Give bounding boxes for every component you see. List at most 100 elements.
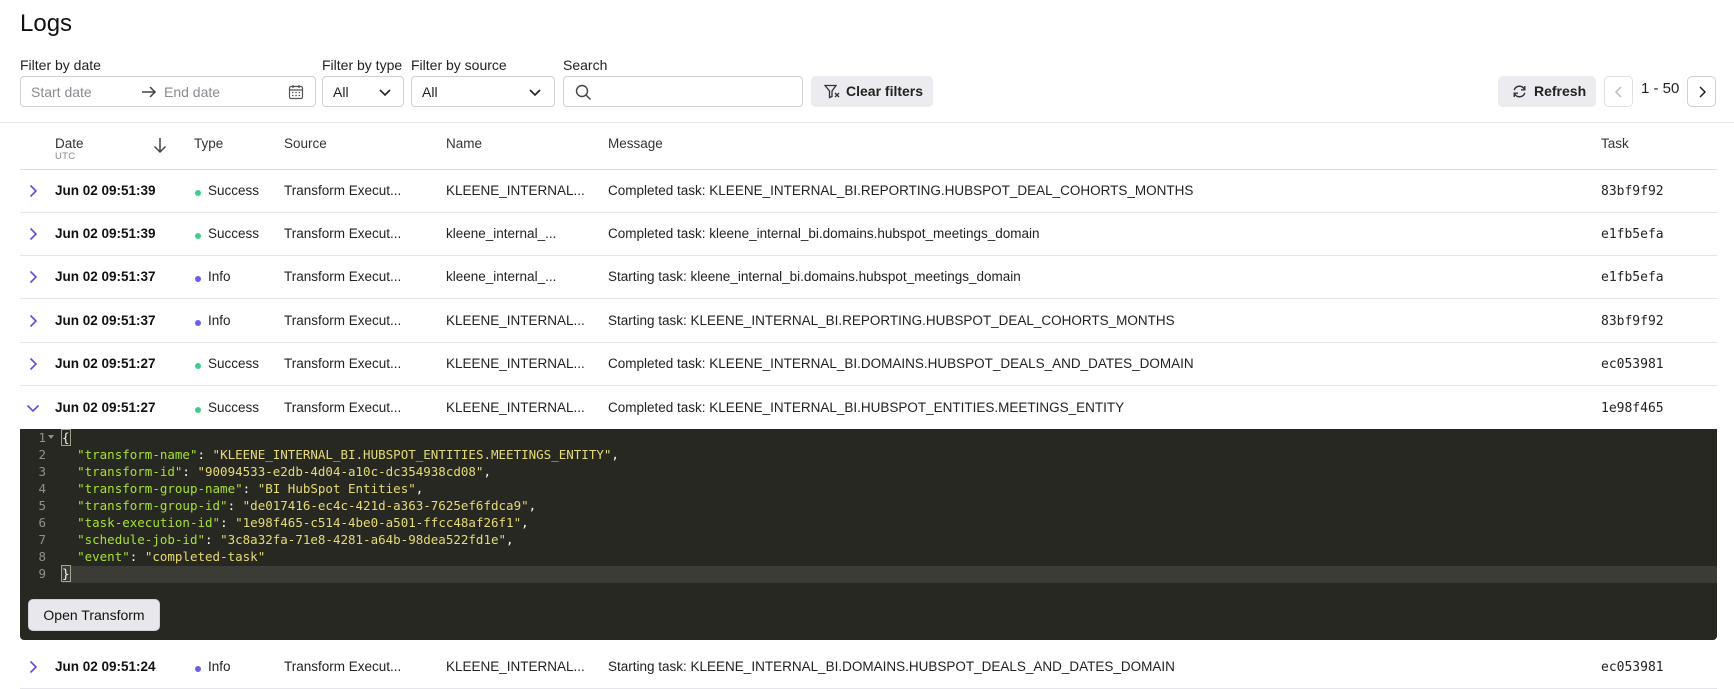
chevron-down-icon bbox=[379, 89, 391, 97]
status-dot bbox=[195, 407, 201, 413]
row-source: Transform Execut... bbox=[284, 659, 402, 674]
column-header-source[interactable]: Source bbox=[284, 136, 327, 151]
status-dot bbox=[195, 276, 201, 282]
column-header-task[interactable]: Task bbox=[1601, 136, 1629, 151]
type-select[interactable]: All bbox=[322, 76, 404, 107]
row-task: ec053981 bbox=[1601, 660, 1664, 675]
chevron-down-icon bbox=[529, 89, 541, 97]
close-brace: } bbox=[61, 565, 71, 582]
column-header-date[interactable]: Date bbox=[55, 136, 84, 151]
row-task: 83bf9f92 bbox=[1601, 314, 1664, 329]
calendar-icon[interactable] bbox=[288, 84, 304, 100]
row-type: Success bbox=[208, 183, 260, 198]
row-name: KLEENE_INTERNAL... bbox=[446, 356, 585, 371]
json-value: "KLEENE_INTERNAL_BI.HUBSPOT_ENTITIES.MEE… bbox=[212, 447, 612, 462]
line-number: 9 bbox=[38, 566, 46, 581]
table-row[interactable]: Jun 02 09:51:27 Success Transform Execut..… bbox=[20, 387, 1717, 430]
row-date: Jun 02 09:51:37 bbox=[55, 313, 156, 328]
fold-caret-icon[interactable] bbox=[48, 435, 54, 440]
search-label: Search bbox=[563, 57, 608, 73]
arrow-right-icon bbox=[142, 86, 157, 98]
row-type: Success bbox=[208, 356, 260, 371]
json-key: "transform-group-id" bbox=[77, 498, 228, 513]
clear-filters-button[interactable]: Clear filters bbox=[811, 76, 933, 107]
chevron-right-icon[interactable] bbox=[26, 660, 40, 674]
row-task: e1fb5efa bbox=[1601, 227, 1664, 242]
prev-page-button[interactable] bbox=[1604, 76, 1633, 107]
code-line-entry: "transform-group-name": "BI HubSpot Enti… bbox=[77, 481, 424, 496]
line-number: 6 bbox=[38, 515, 46, 530]
table-row[interactable]: Jun 02 09:51:24 Info Transform Execut... KL… bbox=[20, 646, 1717, 689]
search-icon bbox=[575, 84, 592, 101]
json-key: "transform-group-name" bbox=[77, 481, 243, 496]
source-select-value: All bbox=[422, 84, 438, 100]
table-row[interactable]: Jun 02 09:51:27 Success Transform Execut..… bbox=[20, 343, 1717, 386]
refresh-button[interactable]: Refresh bbox=[1498, 76, 1596, 107]
filter-clear-icon bbox=[824, 84, 840, 99]
date-range-picker[interactable]: Start date End date bbox=[20, 76, 316, 107]
status-dot bbox=[195, 363, 201, 369]
row-message: Completed task: KLEENE_INTERNAL_BI.REPOR… bbox=[608, 183, 1194, 198]
chevron-right-icon[interactable] bbox=[26, 184, 40, 198]
table-row[interactable]: Jun 02 09:51:37 Info Transform Execut... KL… bbox=[20, 300, 1717, 343]
status-dot bbox=[195, 666, 201, 672]
line-number: 8 bbox=[38, 549, 46, 564]
row-type: Info bbox=[208, 269, 231, 284]
row-message: Completed task: KLEENE_INTERNAL_BI.HUBSP… bbox=[608, 400, 1125, 415]
chevron-right-icon[interactable] bbox=[26, 314, 40, 328]
open-transform-button[interactable]: Open Transform bbox=[28, 599, 160, 631]
row-task: 83bf9f92 bbox=[1601, 184, 1664, 199]
refresh-label: Refresh bbox=[1534, 83, 1587, 99]
sort-descending-icon[interactable] bbox=[153, 137, 167, 154]
row-date: Jun 02 09:51:24 bbox=[55, 659, 156, 674]
chevron-right-icon[interactable] bbox=[26, 357, 40, 371]
row-date: Jun 02 09:51:39 bbox=[55, 183, 156, 198]
code-line-entry: "transform-id": "90094533-e2db-4d04-a10c… bbox=[77, 464, 491, 479]
row-name: KLEENE_INTERNAL... bbox=[446, 183, 585, 198]
open-brace: { bbox=[61, 429, 71, 446]
json-key: "event" bbox=[77, 549, 130, 564]
code-line-entry: "schedule-job-id": "3c8a32fa-71e8-4281-a… bbox=[77, 532, 514, 547]
row-date: Jun 02 09:51:37 bbox=[55, 269, 156, 284]
start-date-input[interactable]: Start date bbox=[31, 84, 92, 100]
table-row[interactable]: Jun 02 09:51:39 Success Transform Execut..… bbox=[20, 213, 1717, 256]
chevron-left-icon bbox=[1614, 86, 1622, 98]
table-row[interactable]: Jun 02 09:51:37 Info Transform Execut... kl… bbox=[20, 256, 1717, 299]
code-line-entry: "transform-name": "KLEENE_INTERNAL_BI.HU… bbox=[77, 447, 619, 462]
search-input[interactable] bbox=[563, 76, 803, 107]
chevron-right-icon[interactable] bbox=[26, 227, 40, 241]
column-header-name[interactable]: Name bbox=[446, 136, 482, 151]
json-value: "BI HubSpot Entities" bbox=[257, 481, 416, 496]
code-line-entry: "task-execution-id": "1e98f465-c514-4be0… bbox=[77, 515, 529, 530]
refresh-icon bbox=[1513, 85, 1526, 98]
column-header-date-timezone: UTC bbox=[55, 151, 76, 162]
row-source: Transform Execut... bbox=[284, 226, 402, 241]
row-name: KLEENE_INTERNAL... bbox=[446, 400, 585, 415]
code-line-entry: "event": "completed-task" bbox=[77, 549, 266, 564]
next-page-button[interactable] bbox=[1687, 76, 1716, 107]
line-number: 5 bbox=[38, 498, 46, 513]
row-message: Starting task: kleene_internal_bi.domain… bbox=[608, 269, 1021, 284]
end-date-input[interactable]: End date bbox=[164, 84, 220, 100]
row-source: Transform Execut... bbox=[284, 313, 402, 328]
row-type: Info bbox=[208, 313, 231, 328]
active-line-highlight bbox=[62, 566, 1717, 583]
column-header-type[interactable]: Type bbox=[194, 136, 223, 151]
row-task: ec053981 bbox=[1601, 357, 1664, 372]
source-select[interactable]: All bbox=[411, 76, 555, 107]
row-message: Starting task: KLEENE_INTERNAL_BI.REPORT… bbox=[608, 313, 1175, 328]
code-line-open: { bbox=[61, 429, 71, 446]
row-name: kleene_internal_... bbox=[446, 226, 557, 241]
chevron-right-icon[interactable] bbox=[26, 270, 40, 284]
chevron-down-icon[interactable] bbox=[26, 401, 40, 415]
json-value: "completed-task" bbox=[144, 549, 266, 564]
page-range: 1 - 50 bbox=[1641, 80, 1680, 97]
row-source: Transform Execut... bbox=[284, 269, 402, 284]
table-row[interactable]: Jun 02 09:51:39 Success Transform Execut..… bbox=[20, 170, 1717, 213]
json-key: "transform-id" bbox=[77, 464, 183, 479]
code-line-entry: "transform-group-id": "de017416-ec4c-421… bbox=[77, 498, 537, 513]
row-task: 1e98f465 bbox=[1601, 401, 1664, 416]
column-header-message[interactable]: Message bbox=[608, 136, 663, 151]
row-type: Success bbox=[208, 226, 260, 241]
json-value: "3c8a32fa-71e8-4281-a64b-98dea522fd1e" bbox=[220, 532, 507, 547]
